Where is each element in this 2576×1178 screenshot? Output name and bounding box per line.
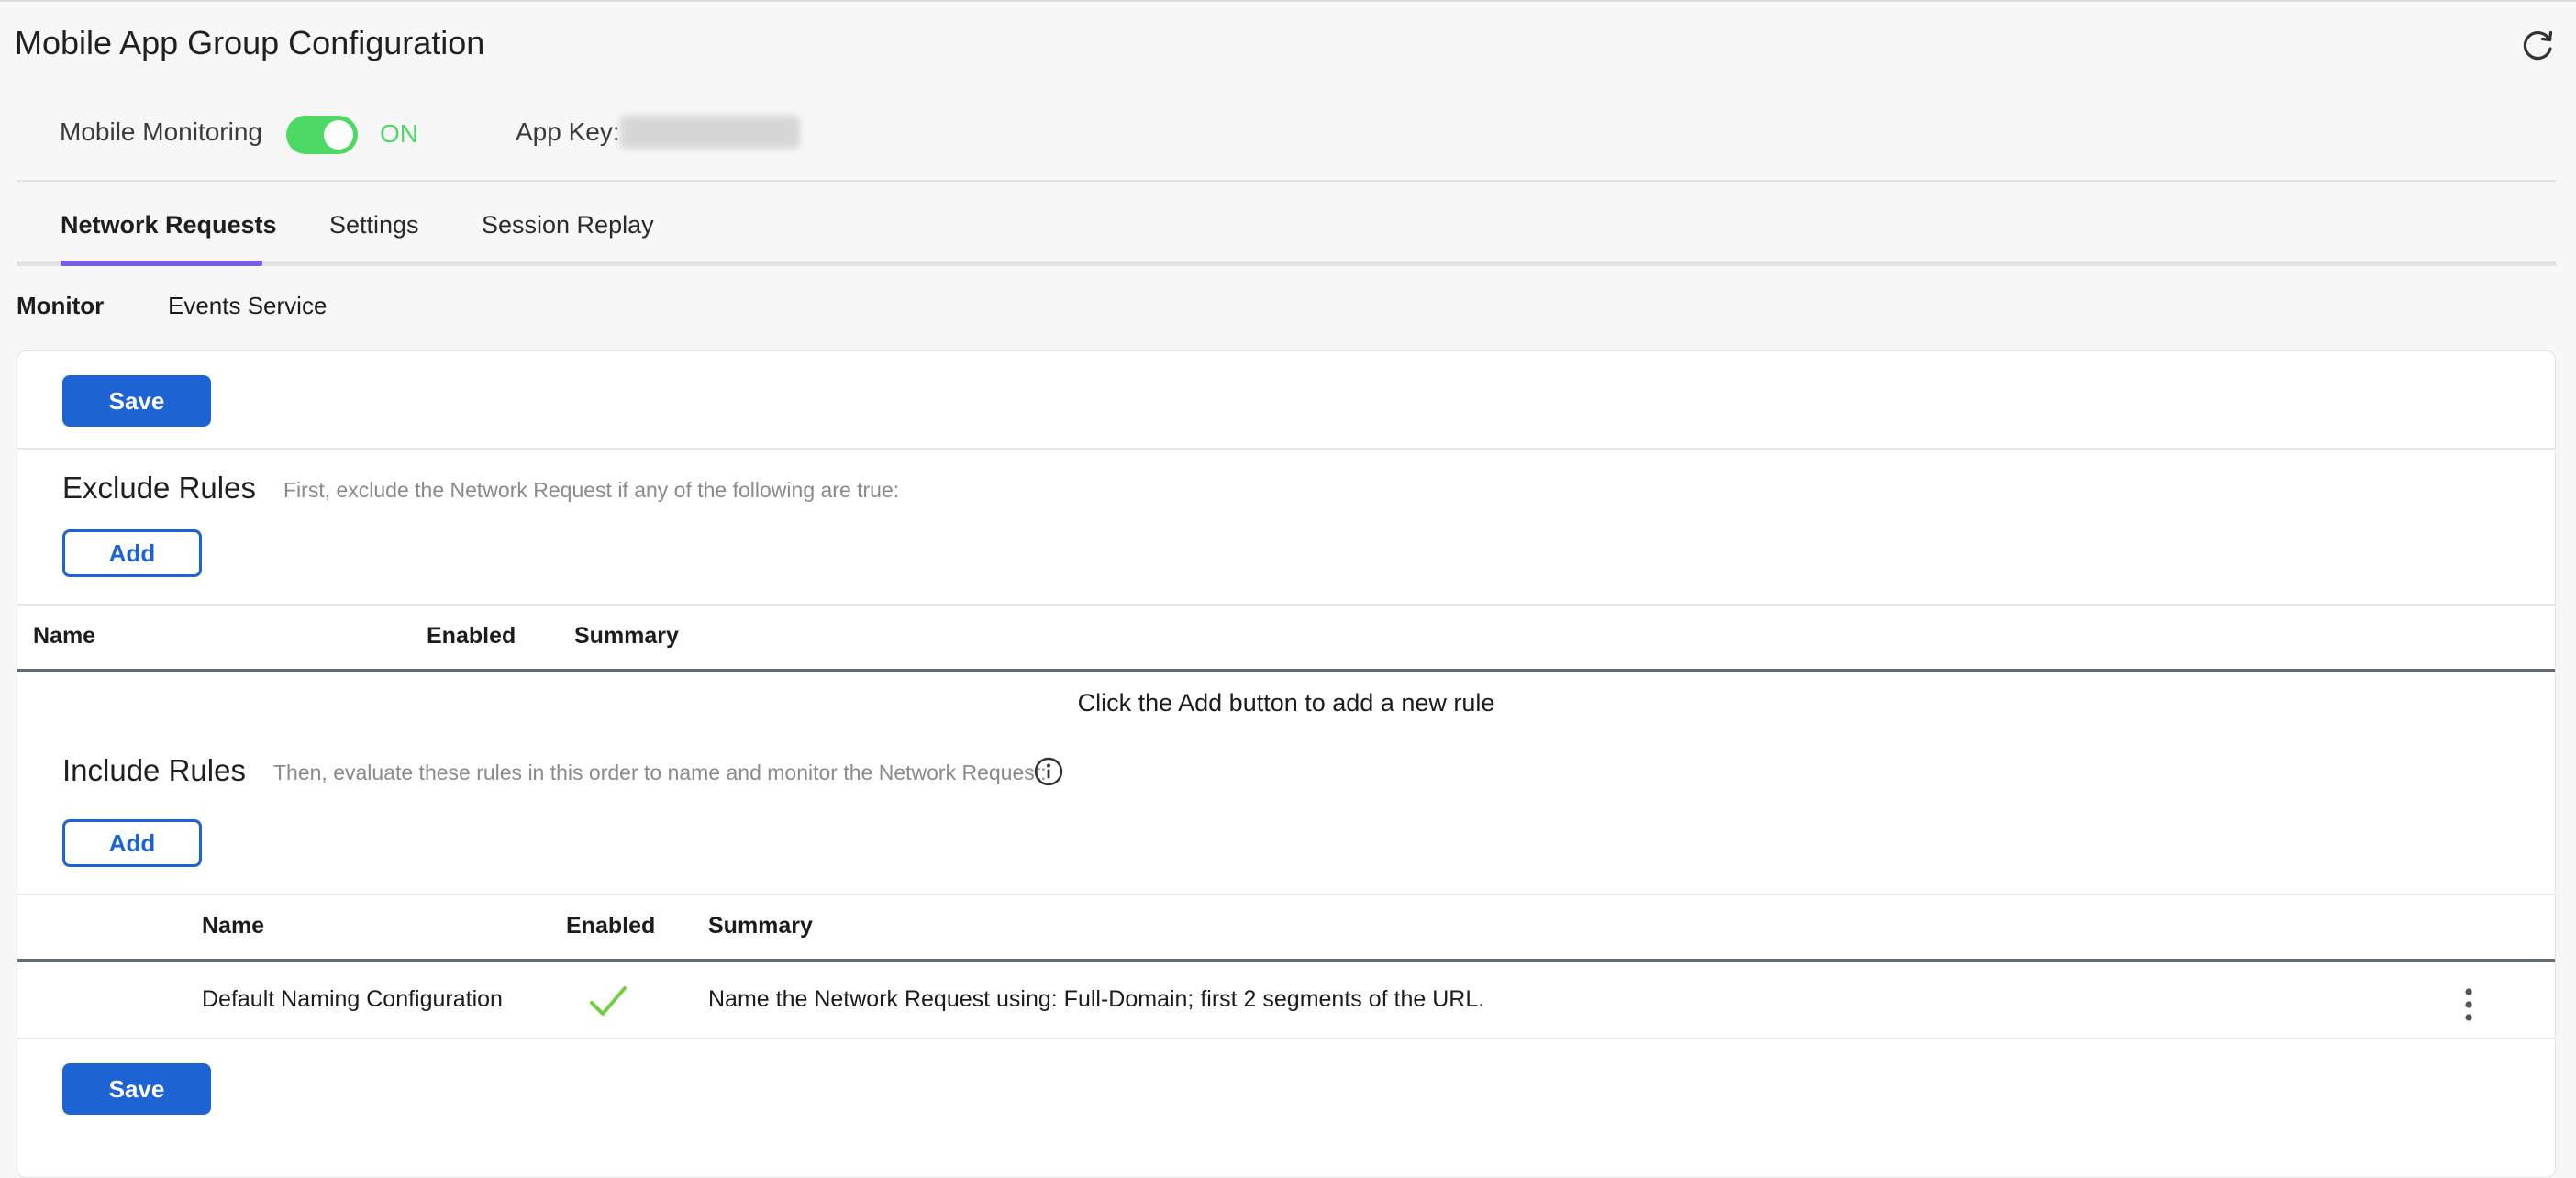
include-table-header-border: [17, 959, 2555, 962]
exclude-table-header-border: [17, 669, 2555, 672]
page-title: Mobile App Group Configuration: [15, 24, 485, 61]
kebab-menu-icon[interactable]: [2459, 984, 2478, 1025]
include-row-border: [17, 1038, 2555, 1039]
app-key-value-redacted: [620, 116, 800, 149]
add-include-rule-button[interactable]: Add: [62, 819, 202, 867]
include-rules-title: Include Rules: [62, 753, 246, 787]
include-table-top-border: [17, 894, 2555, 895]
save-button-bottom[interactable]: Save: [62, 1063, 211, 1115]
top-border: [0, 0, 2576, 2]
active-tab-indicator: [61, 261, 262, 266]
include-rules-description: Then, evaluate these rules in this order…: [273, 761, 1047, 784]
monitoring-row: Mobile Monitoring ON App Key:: [0, 101, 2576, 165]
add-exclude-rule-button[interactable]: Add: [62, 529, 202, 577]
refresh-button[interactable]: [2517, 26, 2558, 66]
app-key-label: App Key:: [516, 117, 620, 146]
rules-card: Save Exclude Rules First, exclude the Ne…: [17, 350, 2556, 1178]
save-button-top[interactable]: Save: [62, 375, 211, 427]
exclude-col-summary: Summary: [574, 623, 679, 649]
refresh-icon: [2523, 30, 2553, 61]
tab-session-replay[interactable]: Session Replay: [482, 211, 654, 239]
mobile-monitoring-toggle[interactable]: [286, 116, 358, 154]
tab-settings[interactable]: Settings: [329, 211, 419, 239]
exclude-col-enabled: Enabled: [427, 623, 516, 649]
tab-bar: Network Requests Settings Session Replay: [17, 183, 2556, 266]
rule-summary: Name the Network Request using: Full-Dom…: [708, 986, 1485, 1012]
subtab-monitor[interactable]: Monitor: [17, 292, 104, 320]
exclude-rules-title: Exclude Rules: [62, 471, 256, 505]
subtab-events-service[interactable]: Events Service: [168, 292, 327, 320]
check-icon: [590, 986, 627, 1016]
exclude-rules-description: First, exclude the Network Request if an…: [283, 478, 900, 502]
info-icon[interactable]: [1033, 756, 1064, 787]
tab-network-requests[interactable]: Network Requests: [61, 211, 277, 239]
toggle-state-label: ON: [380, 119, 418, 148]
rule-name: Default Naming Configuration: [202, 986, 503, 1012]
toggle-knob: [324, 120, 353, 150]
exclude-empty-message: Click the Add button to add a new rule: [1077, 689, 1495, 717]
card-divider: [17, 448, 2555, 450]
include-col-summary: Summary: [708, 913, 813, 939]
mobile-monitoring-label: Mobile Monitoring: [60, 117, 262, 146]
include-col-enabled: Enabled: [566, 913, 656, 939]
include-col-name: Name: [202, 913, 265, 939]
exclude-table-top-border: [17, 604, 2555, 606]
exclude-col-name: Name: [33, 623, 96, 649]
header-divider: [17, 180, 2556, 182]
tab-bar-baseline: [17, 261, 2556, 266]
